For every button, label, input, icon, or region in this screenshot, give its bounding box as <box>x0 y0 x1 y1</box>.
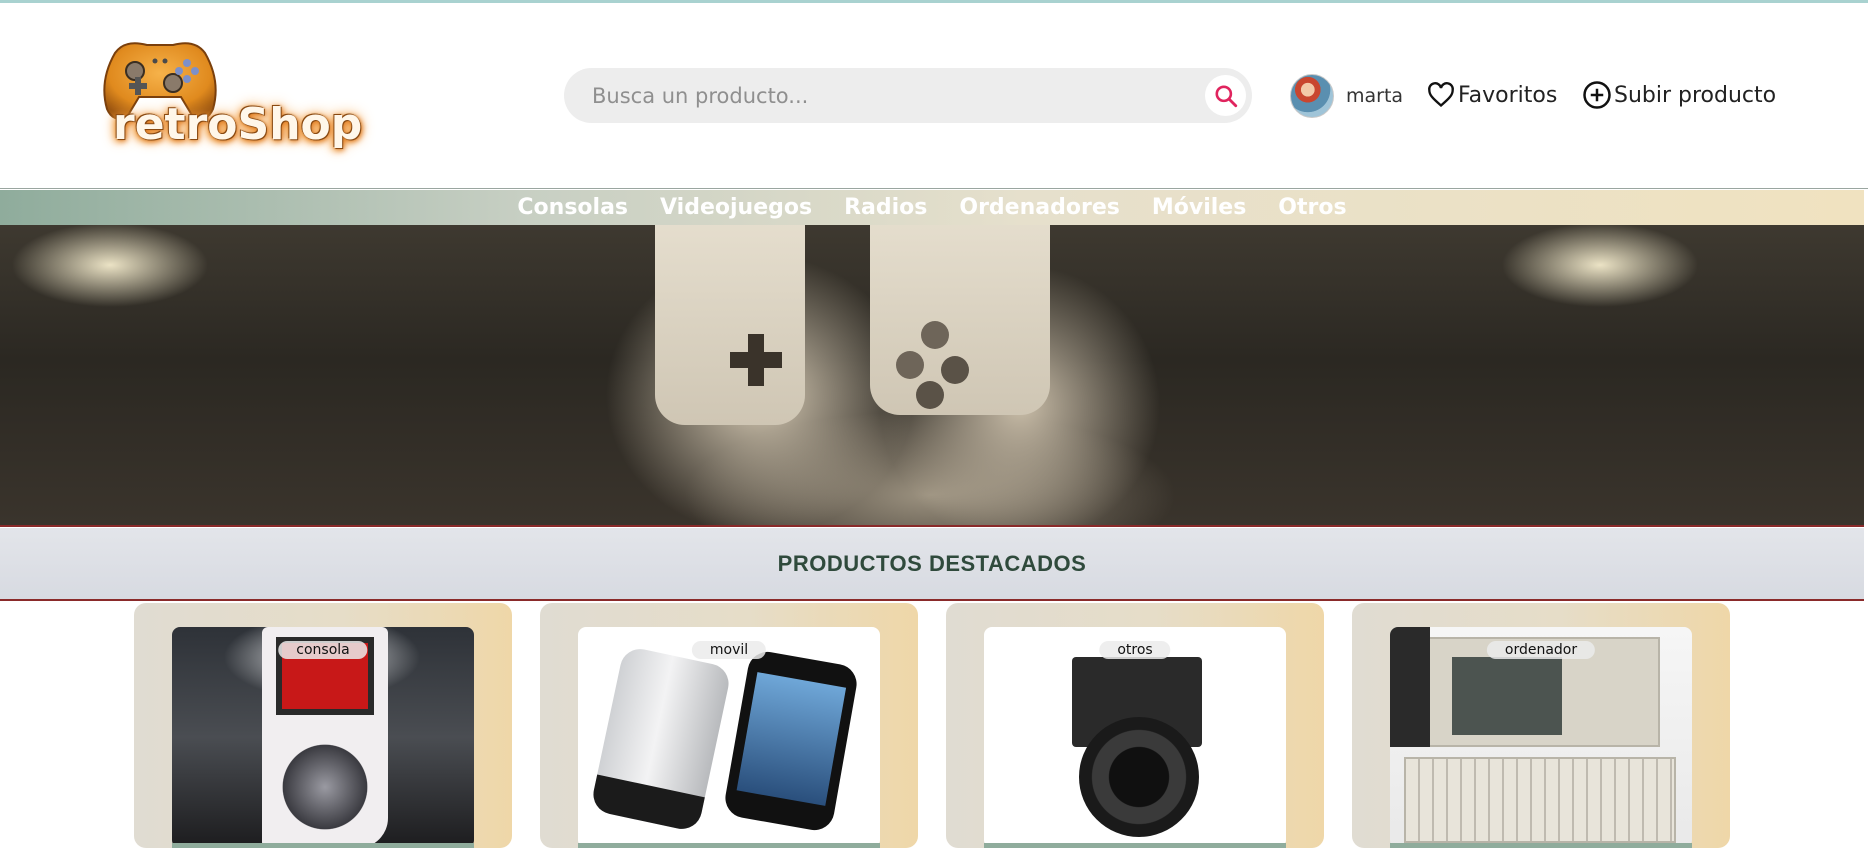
plus-circle-icon <box>1583 81 1611 109</box>
product-card[interactable]: otros <box>946 603 1324 848</box>
search-icon <box>1214 84 1237 107</box>
search-button[interactable] <box>1205 75 1246 116</box>
card-accent-strip <box>172 843 474 848</box>
card-accent-strip <box>578 843 880 848</box>
gameboy-device <box>262 627 388 848</box>
product-category-tag: consola <box>278 641 368 659</box>
product-category-tag: ordenador <box>1486 641 1596 659</box>
site-logo[interactable]: retroShop <box>95 31 385 156</box>
category-otros[interactable]: Otros <box>1278 195 1346 220</box>
user-name: marta <box>1346 85 1404 107</box>
upload-product-link[interactable]: Subir producto <box>1582 75 1776 115</box>
category-nav: Consolas Videojuegos Radios Ordenadores … <box>0 190 1864 225</box>
favorites-label: Favoritos <box>1458 82 1558 108</box>
product-category-tag: otros <box>1099 641 1171 659</box>
favorites-link[interactable]: Favoritos <box>1426 75 1557 115</box>
product-image[interactable] <box>172 627 474 848</box>
product-card[interactable]: consola <box>134 603 512 848</box>
section-title: PRODUCTOS DESTACADOS <box>0 528 1864 601</box>
phone-back <box>589 645 733 833</box>
category-radios[interactable]: Radios <box>844 195 927 220</box>
product-category-tag: movil <box>691 641 767 659</box>
search-bar <box>564 68 1252 123</box>
upload-label: Subir producto <box>1614 82 1777 108</box>
card-accent-strip <box>984 843 1286 848</box>
heart-icon <box>1428 82 1454 108</box>
site-header: retroShop marta Favoritos Subir producto <box>0 3 1868 189</box>
product-image[interactable] <box>984 627 1286 848</box>
category-moviles[interactable]: Móviles <box>1152 195 1246 220</box>
hero-dpad-icon <box>730 334 782 386</box>
avatar[interactable] <box>1290 74 1334 118</box>
category-ordenadores[interactable]: Ordenadores <box>959 195 1119 220</box>
product-card[interactable]: ordenador <box>1352 603 1730 848</box>
product-image[interactable] <box>1390 627 1692 848</box>
hero-banner-image <box>0 225 1864 527</box>
phone-front <box>722 648 860 834</box>
product-image[interactable] <box>578 627 880 848</box>
product-card[interactable]: movil <box>540 603 918 848</box>
hero-controller-left <box>655 225 805 425</box>
card-accent-strip <box>1390 843 1692 848</box>
camera-lens <box>1079 717 1199 837</box>
logo-text: retroShop <box>113 99 363 150</box>
category-videojuegos[interactable]: Videojuegos <box>660 195 812 220</box>
search-input[interactable] <box>590 76 1150 115</box>
hero-buttons-icon <box>896 321 969 409</box>
category-consolas[interactable]: Consolas <box>517 195 628 220</box>
laptop-keyboard <box>1404 757 1676 843</box>
featured-products-grid: consola movil otros ordenador <box>0 603 1868 848</box>
user-profile[interactable]: marta <box>1290 73 1403 119</box>
